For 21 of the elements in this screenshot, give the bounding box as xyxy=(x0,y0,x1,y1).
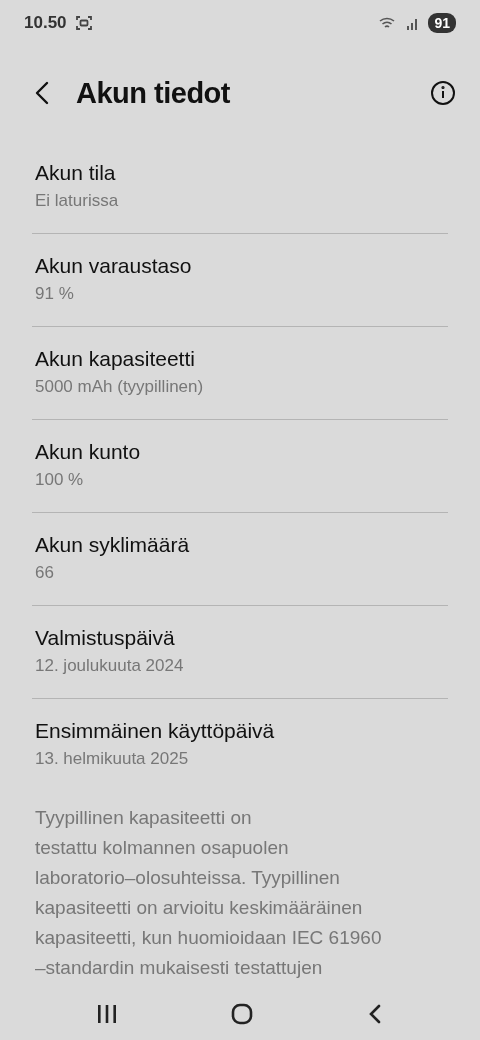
item-title: Akun tila xyxy=(35,161,117,185)
status-time: 10.50 xyxy=(24,12,67,33)
item-value: 12. joulukuuta 2024 xyxy=(35,656,185,676)
info-icon[interactable] xyxy=(430,80,456,106)
item-value: Ei laturissa xyxy=(35,191,120,211)
screenshot-icon xyxy=(74,13,93,32)
home-icon[interactable] xyxy=(230,1002,254,1026)
item-title: Akun kapasiteetti xyxy=(35,347,196,371)
item-value: 66 xyxy=(35,563,55,583)
item-value: 91 % xyxy=(35,284,75,304)
info-paragraph: Tyypillinen kapasiteetti on testattu kolmannen osapuolen laboratorio–olosuhteissa. Tyypillinen kapasiteetti on arvioitu keskimääräinen kapasiteetti, kun huomioidaan IEC 61960 –standardin mukaisesti testattujen xyxy=(35,806,383,980)
item-value: 100 % xyxy=(35,470,85,490)
item-title: Valmistuspäivä xyxy=(35,626,176,650)
item-value: 13. helmikuuta 2025 xyxy=(35,749,190,769)
page-title: Akun tiedot xyxy=(76,76,231,110)
battery-level: 91 xyxy=(428,12,456,33)
item-title: Akun kunto xyxy=(35,440,142,464)
item-value: 5000 mAh (tyypillinen) xyxy=(35,377,205,397)
item-title: Ensimmäinen käyttöpäivä xyxy=(35,719,276,743)
item-title: Akun syklimäärä xyxy=(35,533,191,557)
item-title: Akun varaustaso xyxy=(35,254,193,278)
